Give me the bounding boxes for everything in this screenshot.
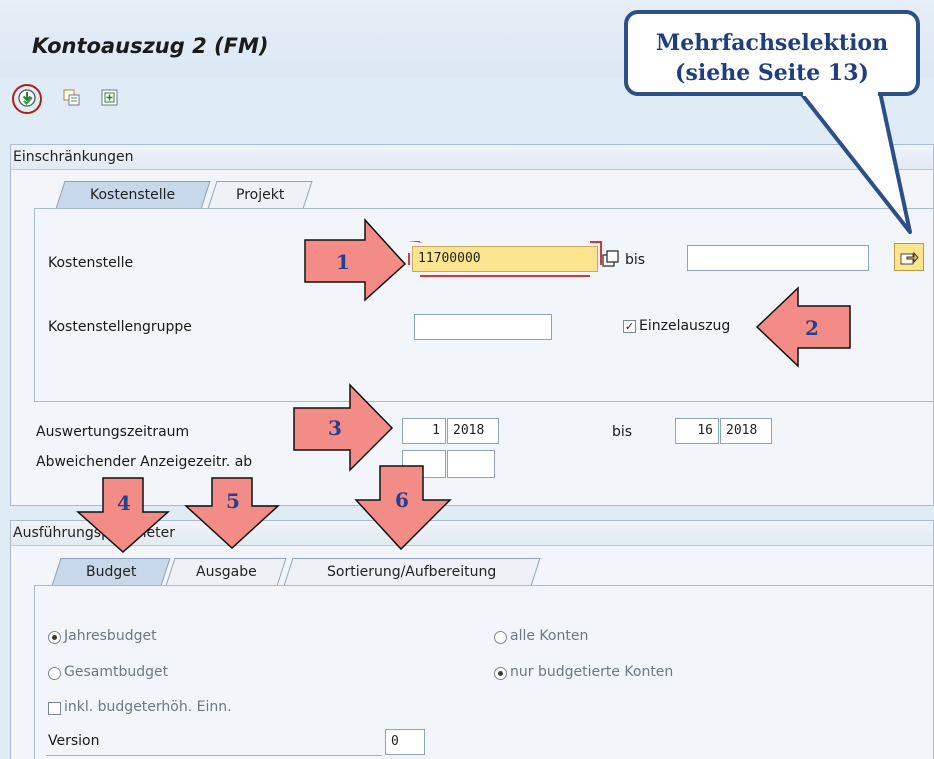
arrow-1-label: 1 (336, 250, 350, 274)
arrow-2-label: 2 (805, 316, 819, 340)
arrow-3 (293, 383, 394, 472)
arrow-4 (76, 477, 170, 554)
arrow-1 (304, 218, 407, 302)
arrow-2 (755, 286, 851, 368)
arrow-6-label: 6 (395, 488, 409, 512)
arrow-5-label: 5 (226, 489, 240, 513)
arrow-4-label: 4 (117, 491, 131, 515)
arrow-3-label: 3 (328, 416, 342, 440)
annotation-arrows (76, 218, 851, 554)
